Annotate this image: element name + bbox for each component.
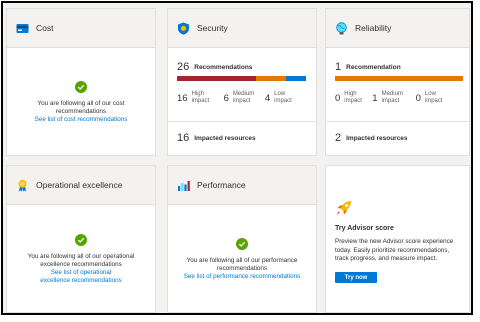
reliability-rec-summary: 1 Recommendation	[335, 61, 401, 73]
cost-recommendations-link[interactable]: See list of cost recommendations	[7, 116, 155, 124]
security-impact-bar	[177, 76, 306, 81]
advisor-score-title: Try Advisor score	[335, 225, 394, 232]
high-impact-count: 0	[335, 92, 341, 104]
success-check-icon	[236, 238, 248, 250]
reliability-card-header[interactable]: Reliability	[326, 9, 469, 48]
operational-excellence-card-header[interactable]: Operational excellence	[7, 166, 155, 205]
security-card-header[interactable]: Security	[168, 9, 316, 48]
success-check-icon	[75, 234, 87, 246]
reliability-impacted-count: 2	[335, 132, 342, 144]
divider	[168, 121, 316, 122]
high-impact-group[interactable]: 16 High impact	[177, 91, 218, 105]
medium-impact-label: Medium impact	[232, 91, 255, 104]
operational-excellence-card[interactable]: Operational excellence You are following…	[6, 165, 156, 313]
performance-message: You are following all of our performance…	[186, 257, 298, 272]
reliability-impacted-resources[interactable]: 2 Impacted resources	[335, 132, 408, 144]
low-impact-count: 0	[415, 92, 421, 104]
cost-card-header[interactable]: Cost	[7, 9, 155, 48]
success-check-icon	[75, 81, 87, 93]
high-impact-label: High impact	[191, 91, 210, 104]
medium-impact-segment	[335, 76, 463, 81]
performance-card-header[interactable]: Performance	[168, 166, 316, 205]
high-impact-group[interactable]: 0 High impact	[335, 91, 366, 105]
security-rec-summary: 26 Recommendations	[177, 61, 252, 73]
low-impact-group[interactable]: 4 Low impact	[265, 91, 300, 105]
medium-impact-count: 6	[223, 92, 229, 104]
security-impacted-count: 16	[177, 132, 190, 144]
operational-excellence-status: You are following all of our operational…	[7, 234, 155, 285]
reliability-impact-breakdown: 0 High impact 1 Medium impact 0 Low impact	[335, 91, 453, 105]
security-impacted-label: Impacted resources	[194, 134, 256, 142]
cost-status: You are following all of our cost recomm…	[7, 81, 155, 124]
high-impact-segment	[177, 76, 256, 81]
medium-impact-group[interactable]: 6 Medium impact	[224, 91, 259, 105]
reliability-card[interactable]: Reliability 1 Recommendation 0 High impac…	[325, 8, 470, 156]
performance-recommendations-link[interactable]: See list of performance recommendations	[168, 273, 316, 281]
globe-icon	[335, 21, 348, 35]
performance-status: You are following all of our performance…	[168, 238, 316, 281]
security-card[interactable]: Security 26 Recommendations 16 High impac…	[167, 8, 317, 156]
performance-title: Performance	[197, 180, 246, 190]
security-impacted-resources[interactable]: 16 Impacted resources	[177, 132, 256, 144]
cost-card[interactable]: Cost You are following all of our cost r…	[6, 8, 156, 156]
reliability-impact-bar	[335, 76, 463, 81]
low-impact-count: 4	[264, 92, 271, 104]
reliability-title: Reliability	[355, 23, 392, 33]
low-impact-label: Low impact	[424, 91, 443, 104]
security-impact-breakdown: 16 High impact 6 Medium impact 4 Low impact	[177, 91, 306, 105]
medium-impact-count: 1	[372, 92, 378, 104]
advisor-dashboard: Cost You are following all of our cost r…	[1, 1, 473, 315]
shield-icon	[177, 22, 190, 35]
medium-impact-label: Medium impact	[381, 91, 403, 104]
medium-impact-group[interactable]: 1 Medium impact	[372, 91, 409, 105]
operational-excellence-recommendations-link[interactable]: See list of operational excellence recom…	[7, 269, 155, 285]
operational-excellence-title: Operational excellence	[36, 180, 123, 190]
high-impact-label: High impact	[344, 91, 362, 104]
security-rec-count: 26	[177, 61, 190, 73]
advisor-score-description: Preview the new Advisor score experience…	[335, 238, 454, 262]
cost-icon	[16, 22, 29, 35]
high-impact-count: 16	[177, 92, 188, 104]
security-rec-label: Recommendations	[194, 63, 253, 71]
low-impact-segment	[286, 76, 306, 81]
rocket-icon	[335, 199, 353, 217]
low-impact-label: Low impact	[274, 91, 292, 104]
cost-message: You are following all of our cost recomm…	[37, 100, 125, 115]
reliability-impacted-label: Impacted resources	[346, 134, 408, 142]
try-now-button[interactable]: Try now	[335, 272, 377, 283]
medium-impact-segment	[256, 76, 286, 81]
operational-excellence-message: You are following all of our operational…	[27, 253, 135, 268]
award-ribbon-icon	[16, 179, 29, 192]
low-impact-group[interactable]: 0 Low impact	[416, 91, 447, 105]
cost-title: Cost	[36, 23, 54, 33]
performance-card[interactable]: Performance You are following all of our…	[167, 165, 317, 313]
reliability-rec-count: 1	[335, 61, 342, 73]
divider	[326, 121, 469, 122]
security-title: Security	[197, 23, 228, 33]
advisor-score-card[interactable]: Try Advisor score Preview the new Adviso…	[325, 165, 470, 313]
reliability-rec-label: Recommendation	[346, 63, 401, 71]
bar-chart-icon	[177, 179, 190, 192]
